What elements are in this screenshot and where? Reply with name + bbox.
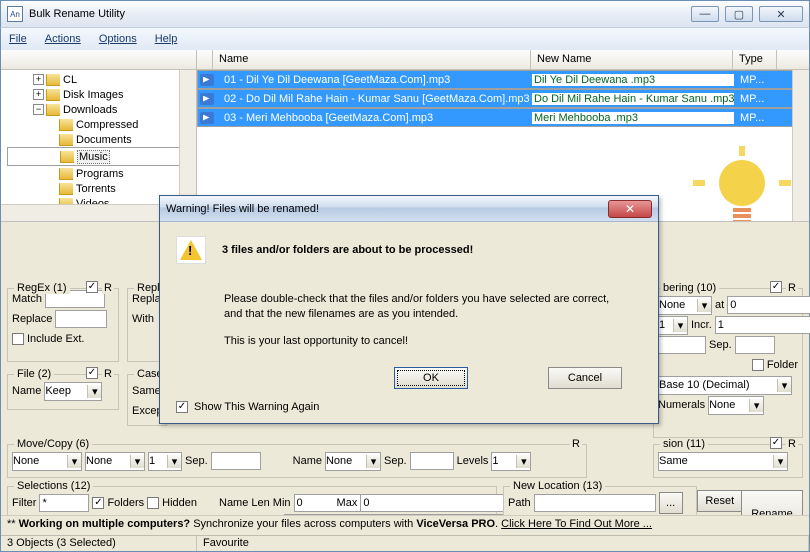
- show-warning-check[interactable]: [176, 401, 188, 413]
- numbering-mode[interactable]: None▾: [658, 296, 712, 315]
- movecopy-select-2[interactable]: None▾: [85, 452, 145, 471]
- promo-link[interactable]: Click Here To Find Out More ...: [501, 518, 652, 530]
- audio-icon: [200, 74, 214, 86]
- menu-file[interactable]: File: [9, 33, 27, 45]
- minimize-button[interactable]: —: [691, 6, 719, 22]
- movecopy-levels-sel[interactable]: 1▾: [491, 452, 531, 471]
- regex-enable-check[interactable]: [86, 281, 98, 293]
- dialog-cancel-button[interactable]: Cancel: [548, 367, 622, 389]
- col-name[interactable]: Name: [213, 50, 531, 70]
- include-ext-check[interactable]: [12, 333, 24, 345]
- promo-bar: ** Working on multiple computers? Synchr…: [1, 515, 809, 535]
- expand-icon[interactable]: +: [33, 74, 44, 85]
- folder-icon: [59, 183, 73, 195]
- numbering-base-sel[interactable]: Base 10 (Decimal)▾: [658, 376, 792, 395]
- folders-check[interactable]: [92, 497, 104, 509]
- folder-icon: [60, 151, 74, 163]
- titlebar[interactable]: An Bulk Rename Utility — ▢ ✕: [0, 0, 810, 28]
- dialog-titlebar[interactable]: Warning! Files will be renamed! ✕: [160, 196, 658, 222]
- ext-select[interactable]: Same▾: [658, 452, 788, 471]
- warning-icon: [176, 236, 206, 264]
- group-extension: sion (11) R Same▾: [653, 444, 803, 478]
- numbering-pad[interactable]: 1▾: [658, 316, 688, 335]
- group-file: File (2) R NameKeep▾: [7, 374, 119, 410]
- reset-button[interactable]: Reset: [697, 490, 743, 512]
- audio-icon: [200, 93, 214, 105]
- statusbar: 3 Objects (3 Selected) Favourite: [1, 535, 809, 551]
- audio-icon: [200, 112, 214, 124]
- tree-selected[interactable]: Music: [77, 150, 110, 164]
- movecopy-num[interactable]: 1▾: [148, 452, 182, 471]
- close-button[interactable]: ✕: [759, 6, 803, 22]
- list-row[interactable]: 03 - Meri Mehbooba [GeetMaza.Com].mp3Mer…: [197, 108, 809, 127]
- menu-help[interactable]: Help: [155, 33, 178, 45]
- dialog-headline: 3 files and/or folders are about to be p…: [222, 244, 473, 256]
- tree-hscrollbar[interactable]: [1, 204, 179, 221]
- group-movecopy: Move/Copy (6) R None▾ None▾ 1▾ Sep. Name…: [7, 444, 587, 478]
- group-regex: RegEx (1) R Match Replace Include Ext.: [7, 288, 119, 362]
- movecopy-sep-input[interactable]: [211, 452, 261, 470]
- namemax-spin[interactable]: ▴▾: [360, 494, 400, 512]
- browse-button[interactable]: ...: [659, 492, 683, 514]
- tree-header[interactable]: [1, 50, 196, 70]
- expand-icon[interactable]: +: [33, 89, 44, 100]
- folder-icon: [46, 89, 60, 101]
- numbering-folder-check[interactable]: [752, 359, 764, 371]
- dialog-message-1: Please double-check that the files and/o…: [224, 292, 624, 322]
- dialog-ok-button[interactable]: OK: [394, 367, 468, 389]
- lightbulb-graphic: [689, 146, 789, 221]
- numbering-incr-spin[interactable]: ▴▾: [715, 316, 755, 334]
- tree-vscrollbar[interactable]: [179, 70, 196, 204]
- numbering-at-spin[interactable]: ▴▾: [727, 296, 767, 314]
- filter-input[interactable]: [39, 494, 89, 512]
- numbering-sep2-input[interactable]: [735, 336, 775, 354]
- app-icon: An: [7, 6, 23, 22]
- status-favourite: Favourite: [197, 536, 809, 551]
- ext-check[interactable]: [770, 437, 782, 449]
- hidden-check[interactable]: [147, 497, 159, 509]
- namemin-spin[interactable]: ▴▾: [294, 494, 334, 512]
- status-objects: 3 Objects (3 Selected): [1, 536, 197, 551]
- numbering-sep-input[interactable]: [658, 336, 706, 354]
- show-warning-label: Show This Warning Again: [194, 401, 319, 413]
- maximize-button[interactable]: ▢: [725, 6, 753, 22]
- col-type[interactable]: Type: [733, 50, 777, 70]
- collapse-icon[interactable]: −: [33, 104, 44, 115]
- group-numbering: bering (10) R None▾at▴▾ 1▾Incr.▴▾ Sep. F…: [653, 288, 803, 438]
- menubar: File Actions Options Help: [0, 28, 810, 50]
- col-icon[interactable]: [197, 50, 213, 70]
- dialog-message-2: This is your last opportunity to cancel!: [224, 334, 624, 349]
- list-vscrollbar[interactable]: [792, 70, 809, 221]
- folder-icon: [59, 168, 73, 180]
- col-newname[interactable]: New Name: [531, 50, 733, 70]
- path-input[interactable]: [534, 494, 656, 512]
- movecopy-select-1[interactable]: None▾: [12, 452, 82, 471]
- menu-actions[interactable]: Actions: [45, 33, 81, 45]
- list-row[interactable]: 02 - Do Dil Mil Rahe Hain - Kumar Sanu […: [197, 89, 809, 108]
- folder-icon: [59, 134, 73, 146]
- dialog-close-button[interactable]: ✕: [608, 200, 652, 218]
- movecopy-name-sel[interactable]: None▾: [325, 452, 381, 471]
- chevron-down-icon: ▾: [87, 385, 101, 398]
- warning-dialog: Warning! Files will be renamed! ✕ 3 file…: [159, 195, 659, 424]
- folder-icon: [46, 104, 60, 116]
- list-row[interactable]: 01 - Dil Ye Dil Deewana [GeetMaza.Com].m…: [197, 70, 809, 89]
- regex-replace-input[interactable]: [55, 310, 107, 328]
- file-enable-check[interactable]: [86, 367, 98, 379]
- movecopy-sep2-input[interactable]: [410, 452, 454, 470]
- window-title: Bulk Rename Utility: [29, 8, 125, 20]
- numbering-check[interactable]: [770, 281, 782, 293]
- folder-icon: [59, 119, 73, 131]
- client-area: +CL +Disk Images −Downloads Compressed D…: [0, 50, 810, 552]
- dialog-title: Warning! Files will be renamed!: [166, 203, 319, 215]
- numbering-numerals-sel[interactable]: None▾: [708, 396, 764, 415]
- folder-icon: [46, 74, 60, 86]
- file-name-select[interactable]: Keep▾: [44, 382, 102, 401]
- menu-options[interactable]: Options: [99, 33, 137, 45]
